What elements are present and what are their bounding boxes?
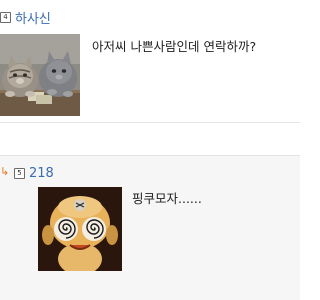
comment-author-name[interactable]: 218 (29, 166, 54, 181)
comment-text: 아저씨 나쁜사람인데 연락하까? (92, 39, 257, 54)
user-level-badge: 4 (0, 11, 11, 23)
comment-image[interactable] (0, 34, 80, 116)
comment-text: 핑쿠모자...... (132, 191, 202, 206)
comment-author-row: 5 218 (14, 165, 54, 181)
frog-character-image (38, 187, 122, 271)
comment-author-name[interactable]: 하사신 (15, 8, 51, 27)
comment-item: 4 하사신 아저씨 나쁜사람인데 연락하까? (0, 0, 300, 122)
cats-image (0, 34, 80, 116)
user-level-badge: 5 (14, 167, 25, 179)
comment-divider (0, 122, 300, 123)
comment-thread: 4 하사신 아저씨 나쁜사람인데 연락하까? ↳ 5 218 핑쿠모자.....… (0, 0, 300, 300)
reply-arrow-icon: ↳ (0, 165, 10, 178)
comment-image[interactable] (38, 187, 122, 271)
comment-author-row: 4 하사신 (0, 8, 51, 27)
reply-comment-item: ↳ 5 218 핑쿠모자...... (0, 155, 300, 300)
